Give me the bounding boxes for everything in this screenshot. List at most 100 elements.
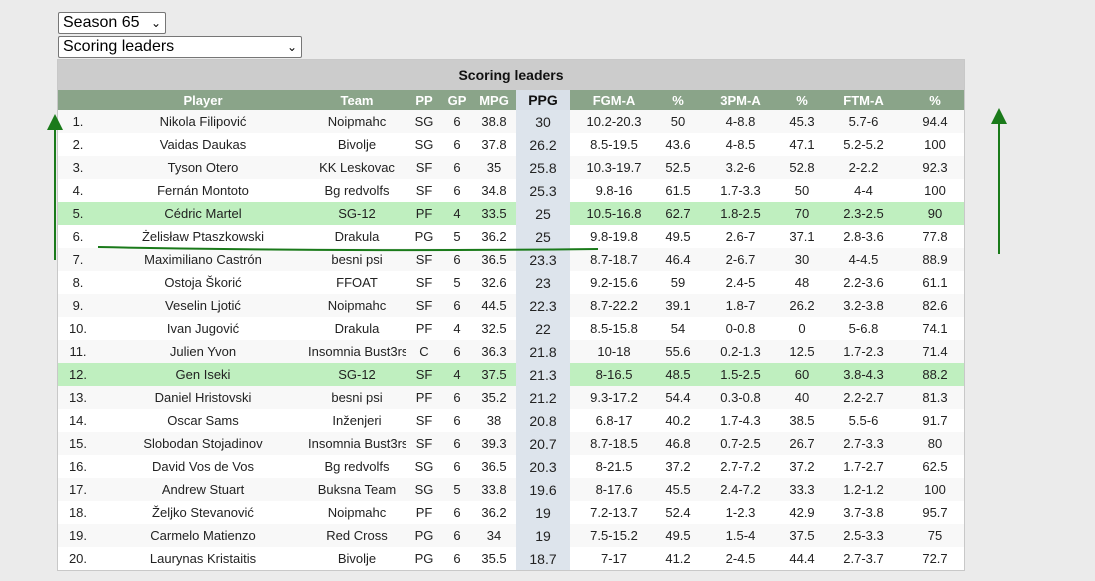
cell-team[interactable]: SG-12 (308, 202, 406, 225)
cell-three-point-pct: 50 (783, 179, 821, 202)
cell-games-played: 5 (442, 271, 472, 294)
cell-three-pointers: 2.4-7.2 (698, 478, 783, 501)
cell-team[interactable]: Bivolje (308, 133, 406, 156)
cell-free-throws: 1.7-2.7 (821, 455, 906, 478)
cell-field-goal-pct: 45.5 (658, 478, 698, 501)
cell-points-per-game: 30 (516, 110, 570, 133)
cell-player[interactable]: Tyson Otero (98, 156, 308, 179)
cell-three-point-pct: 38.5 (783, 409, 821, 432)
cell-three-pointers: 4-8.5 (698, 133, 783, 156)
cell-team[interactable]: Bivolje (308, 547, 406, 570)
table-row: 20. Laurynas Kristaitis Bivolje PG 6 35.5 18.7… (58, 547, 964, 570)
cell-free-throws: 3.7-3.8 (821, 501, 906, 524)
table-row: 12. Gen Iseki SG-12 SF 4 37.5 21.3 8-16.5 48.5 1.… (58, 363, 964, 386)
cell-points-per-game: 26.2 (516, 133, 570, 156)
cell-three-point-pct: 70 (783, 202, 821, 225)
cell-team[interactable]: Bg redvolfs (308, 179, 406, 202)
cell-free-throw-pct: 80 (906, 432, 964, 455)
cell-player[interactable]: Cédric Martel (98, 202, 308, 225)
cell-player[interactable]: Slobodan Stojadinov (98, 432, 308, 455)
cell-minutes-per-game: 33.8 (472, 478, 516, 501)
cell-player[interactable]: Carmelo Matienzo (98, 524, 308, 547)
header-field-goals[interactable]: FGM-A (570, 90, 658, 110)
cell-team[interactable]: Noipmahc (308, 110, 406, 133)
cell-three-point-pct: 60 (783, 363, 821, 386)
cell-points-per-game: 22.3 (516, 294, 570, 317)
cell-rank: 3. (58, 156, 98, 179)
header-minutes-per-game[interactable]: MPG (472, 90, 516, 110)
cell-free-throw-pct: 92.3 (906, 156, 964, 179)
cell-team[interactable]: FFOAT (308, 271, 406, 294)
cell-team[interactable]: KK Leskovac (308, 156, 406, 179)
table-row: 16. David Vos de Vos Bg redvolfs SG 6 36.5 20.… (58, 455, 964, 478)
cell-team[interactable]: Noipmahc (308, 501, 406, 524)
header-points-per-game[interactable]: PPG (516, 90, 570, 110)
cell-free-throws: 2.3-2.5 (821, 202, 906, 225)
cell-team[interactable]: Drakula (308, 225, 406, 248)
cell-position: PG (406, 547, 442, 570)
cell-rank: 17. (58, 478, 98, 501)
cell-free-throws: 2.7-3.7 (821, 547, 906, 570)
cell-games-played: 6 (442, 501, 472, 524)
cell-team[interactable]: Drakula (308, 317, 406, 340)
cell-team[interactable]: Insomnia Bust3rs (308, 432, 406, 455)
cell-free-throws: 4-4 (821, 179, 906, 202)
cell-player[interactable]: Julien Yvon (98, 340, 308, 363)
cell-player[interactable]: David Vos de Vos (98, 455, 308, 478)
header-free-throws[interactable]: FTM-A (821, 90, 906, 110)
cell-minutes-per-game: 35 (472, 156, 516, 179)
cell-team[interactable]: Bg redvolfs (308, 455, 406, 478)
cell-position: PF (406, 386, 442, 409)
cell-team[interactable]: besni psi (308, 248, 406, 271)
header-free-throw-pct[interactable]: % (906, 90, 964, 110)
cell-minutes-per-game: 36.2 (472, 225, 516, 248)
cell-team[interactable]: Insomnia Bust3rs (308, 340, 406, 363)
header-three-pointers[interactable]: 3PM-A (698, 90, 783, 110)
cell-points-per-game: 22 (516, 317, 570, 340)
header-team[interactable]: Team (308, 90, 406, 110)
cell-player[interactable]: Ostoja Škorić (98, 271, 308, 294)
cell-team[interactable]: Inženjeri (308, 409, 406, 432)
cell-points-per-game: 23.3 (516, 248, 570, 271)
header-three-point-pct[interactable]: % (783, 90, 821, 110)
header-rank[interactable] (58, 90, 98, 110)
cell-points-per-game: 21.3 (516, 363, 570, 386)
cell-player[interactable]: Veselin Ljotić (98, 294, 308, 317)
cell-player[interactable]: Żelisław Ptaszkowski (98, 225, 308, 248)
chevron-down-icon: ⌄ (286, 40, 297, 54)
cell-player[interactable]: Maximiliano Castrón (98, 248, 308, 271)
cell-games-played: 6 (442, 133, 472, 156)
cell-team[interactable]: SG-12 (308, 363, 406, 386)
cell-minutes-per-game: 44.5 (472, 294, 516, 317)
cell-player[interactable]: Nikola Filipović (98, 110, 308, 133)
header-games-played[interactable]: GP (442, 90, 472, 110)
cell-player[interactable]: Gen Iseki (98, 363, 308, 386)
cell-field-goals: 10.3-19.7 (570, 156, 658, 179)
table-row: 4. Fernán Montoto Bg redvolfs SF 6 34.8 25.3 9.… (58, 179, 964, 202)
table-row: 19. Carmelo Matienzo Red Cross PG 6 34 19 7.5-1… (58, 524, 964, 547)
cell-player[interactable]: Ivan Jugović (98, 317, 308, 340)
cell-position: SF (406, 409, 442, 432)
cell-free-throws: 3.2-3.8 (821, 294, 906, 317)
header-player[interactable]: Player (98, 90, 308, 110)
season-select[interactable]: Season 65 ⌄ (58, 12, 166, 34)
cell-field-goals: 8.7-22.2 (570, 294, 658, 317)
cell-player[interactable]: Laurynas Kristaitis (98, 547, 308, 570)
cell-player[interactable]: Željko Stevanović (98, 501, 308, 524)
header-position[interactable]: PP (406, 90, 442, 110)
cell-player[interactable]: Vaidas Daukas (98, 133, 308, 156)
cell-games-played: 5 (442, 225, 472, 248)
cell-player[interactable]: Fernán Montoto (98, 179, 308, 202)
cell-team[interactable]: Red Cross (308, 524, 406, 547)
cell-player[interactable]: Andrew Stuart (98, 478, 308, 501)
cell-team[interactable]: besni psi (308, 386, 406, 409)
cell-field-goal-pct: 43.6 (658, 133, 698, 156)
cell-player[interactable]: Daniel Hristovski (98, 386, 308, 409)
stat-category-select[interactable]: Scoring leaders ⌄ (58, 36, 302, 58)
cell-player[interactable]: Oscar Sams (98, 409, 308, 432)
cell-team[interactable]: Buksna Team (308, 478, 406, 501)
leaders-table: Player Team PP GP MPG PPG FGM-A% 3PM-A% FTM-A% 1… (58, 90, 964, 570)
cell-team[interactable]: Noipmahc (308, 294, 406, 317)
cell-field-goals: 10.5-16.8 (570, 202, 658, 225)
header-field-goal-pct[interactable]: % (658, 90, 698, 110)
